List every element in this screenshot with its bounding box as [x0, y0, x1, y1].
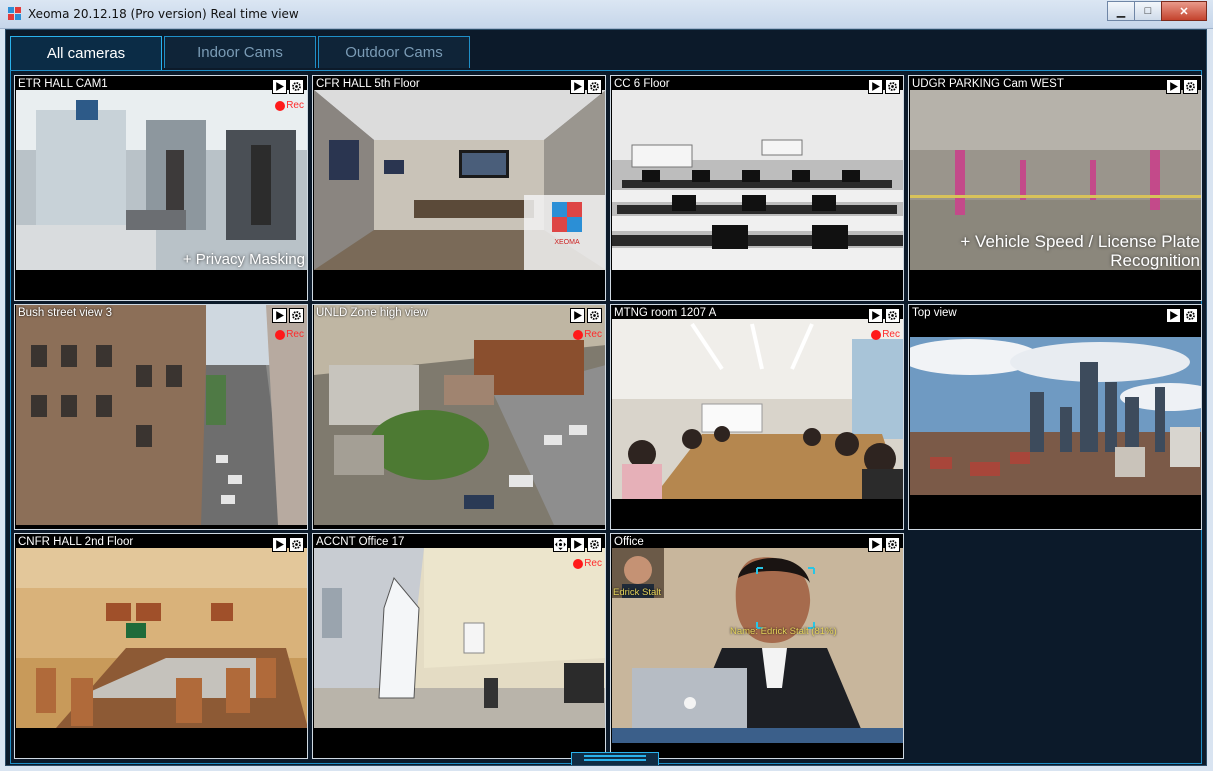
camera-tile[interactable]: CC 6 Floor	[610, 75, 904, 301]
feature-caption: + Privacy Masking	[182, 251, 305, 268]
camera-title: Top view	[912, 307, 957, 319]
feature-caption: + Vehicle Speed / License Plate Recognit…	[960, 232, 1200, 270]
camera-tabs: All cameras Indoor Cams Outdoor Cams	[10, 36, 472, 70]
camera-title: MTNG room 1207 A	[614, 307, 717, 319]
camera-title: ACCNT Office 17	[316, 536, 405, 548]
gear-icon[interactable]	[885, 79, 900, 94]
gear-icon[interactable]	[289, 308, 304, 323]
camera-feed	[612, 90, 903, 270]
tab-indoor-cams[interactable]: Indoor Cams	[164, 36, 316, 68]
camera-feed	[16, 305, 307, 525]
camera-title: ETR HALL CAM1	[18, 78, 108, 90]
rec-indicator-icon	[573, 329, 584, 340]
rec-label: Rec	[286, 329, 304, 340]
camera-tile[interactable]: MTNG room 1207 A Rec	[610, 304, 904, 530]
gear-icon[interactable]	[885, 537, 900, 552]
camera-feed	[314, 548, 605, 728]
rec-label: Rec	[584, 329, 602, 340]
tab-all-cameras[interactable]: All cameras	[10, 36, 162, 70]
play-icon[interactable]	[868, 308, 883, 323]
camera-title: CFR HALL 5th Floor	[316, 78, 420, 90]
gear-icon[interactable]	[289, 79, 304, 94]
gear-icon[interactable]	[885, 308, 900, 323]
play-icon[interactable]	[570, 537, 585, 552]
play-icon[interactable]	[868, 79, 883, 94]
play-icon[interactable]	[868, 537, 883, 552]
play-icon[interactable]	[272, 79, 287, 94]
camera-tile[interactable]: Top view	[908, 304, 1202, 530]
xeoma-app-icon	[8, 7, 22, 21]
gear-icon[interactable]	[289, 537, 304, 552]
camera-tile[interactable]: UDGR PARKING Cam WEST + Vehicle Speed / …	[908, 75, 1202, 301]
camera-title: Office	[614, 536, 644, 548]
gear-icon[interactable]	[587, 308, 602, 323]
rec-label: Rec	[584, 558, 602, 569]
camera-tile[interactable]: Office Edrick Stalt Name: Edrick Stalt (…	[610, 533, 904, 759]
window-title: Xeoma 20.12.18 (Pro version) Real time v…	[28, 7, 299, 21]
gear-icon[interactable]	[1183, 308, 1198, 323]
rec-indicator-icon	[275, 329, 286, 340]
play-icon[interactable]	[1166, 79, 1181, 94]
camera-feed	[910, 337, 1201, 495]
camera-title: UNLD Zone high view	[316, 307, 428, 319]
play-icon[interactable]	[570, 308, 585, 323]
camera-tile[interactable]: CFR HALL 5th Floor XEOMA	[312, 75, 606, 301]
camera-title: CC 6 Floor	[614, 78, 670, 90]
camera-title: Bush street view 3	[18, 307, 112, 319]
camera-feed	[612, 319, 903, 499]
move-icon[interactable]	[553, 537, 568, 552]
face-thumbnail-name: Edrick Stalt	[613, 587, 662, 598]
rec-label: Rec	[882, 329, 900, 340]
play-icon[interactable]	[570, 79, 585, 94]
camera-tile[interactable]: ETR HALL CAM1 Rec + Privacy Masking	[14, 75, 308, 301]
close-button[interactable]: ✕	[1161, 1, 1207, 21]
camera-tile[interactable]: ACCNT Office 17 Rec	[312, 533, 606, 759]
rec-indicator-icon	[275, 100, 286, 111]
maximize-button[interactable]: □	[1134, 1, 1162, 21]
play-icon[interactable]	[1166, 308, 1181, 323]
camera-title: CNFR HALL 2nd Floor	[18, 536, 134, 548]
camera-feed: XEOMA	[314, 90, 605, 270]
app-area: All cameras Indoor Cams Outdoor Cams ETR…	[5, 29, 1207, 766]
window-titlebar: Xeoma 20.12.18 (Pro version) Real time v…	[0, 0, 1213, 29]
play-icon[interactable]	[272, 537, 287, 552]
rec-label: Rec	[286, 100, 304, 111]
panel-expand-handle[interactable]	[571, 752, 659, 765]
face-recognition-label: Name: Edrick Stalt (81%)	[730, 626, 837, 637]
camera-feed: Edrick Stalt Name: Edrick Stalt (81%)	[612, 548, 903, 743]
rec-indicator-icon	[573, 558, 584, 569]
camera-feed: + Vehicle Speed / License Plate Recognit…	[910, 90, 1201, 270]
tab-outdoor-cams[interactable]: Outdoor Cams	[318, 36, 470, 68]
camera-title: UDGR PARKING Cam WEST	[912, 78, 1064, 90]
minimize-button[interactable]: ▁	[1107, 1, 1135, 21]
camera-feed	[16, 548, 307, 728]
xeoma-logo-text: XEOMA	[554, 239, 580, 246]
camera-feed	[314, 305, 605, 525]
camera-tile[interactable]: CNFR HALL 2nd Floor	[14, 533, 308, 759]
gear-icon[interactable]	[1183, 79, 1198, 94]
camera-tile[interactable]: Bush street view 3 Rec	[14, 304, 308, 530]
gear-icon[interactable]	[587, 537, 602, 552]
rec-indicator-icon	[871, 329, 882, 340]
gear-icon[interactable]	[587, 79, 602, 94]
play-icon[interactable]	[272, 308, 287, 323]
camera-tile[interactable]: UNLD Zone high view Rec	[312, 304, 606, 530]
camera-grid: ETR HALL CAM1 Rec + Privacy Masking CFR …	[10, 70, 1202, 765]
camera-feed: + Privacy Masking	[16, 90, 307, 270]
